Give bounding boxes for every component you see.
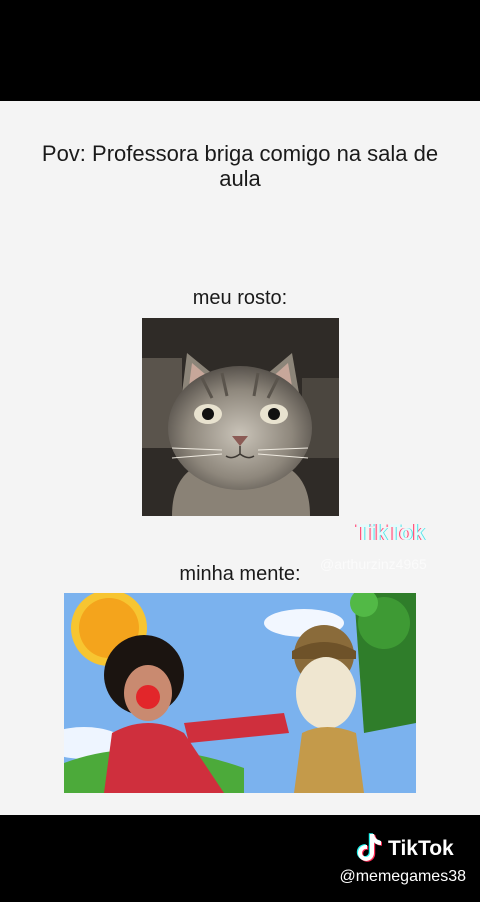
watermark-username: @arthurzinz4965 [320,556,427,572]
cat-face-photo [142,318,339,516]
tiktok-note-icon [356,832,383,867]
creator-username[interactable]: @memegames38 [339,868,466,886]
watermark-logo: TikTok [356,520,425,545]
top-letterbox-bar [0,0,480,101]
tiktok-brand: TikTok [356,832,454,866]
meme-title: Pov: Professora briga comigo na sala de … [41,141,439,191]
meme-card: Pov: Professora briga comigo na sala de … [0,101,480,815]
clown-scene-photo [64,593,416,793]
tiktok-logo-label: TikTok [388,837,454,860]
caption-face: meu rosto: [192,287,288,309]
tiktok-watermark-overlay: TikTok @arthurzinz4965 [320,520,480,580]
